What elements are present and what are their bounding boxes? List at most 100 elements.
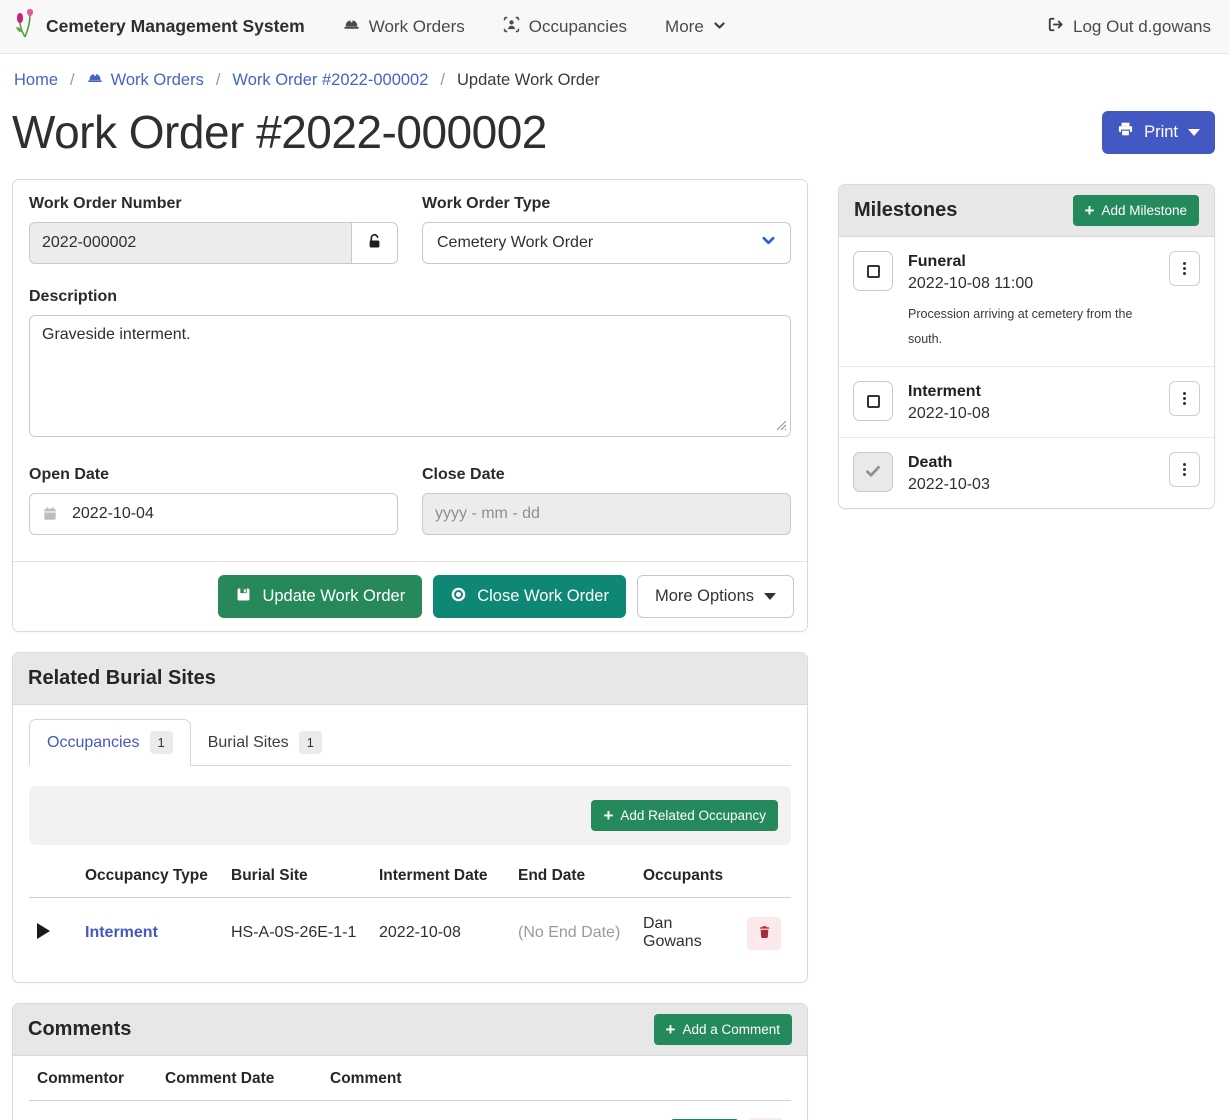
print-button[interactable]: Print bbox=[1102, 111, 1215, 154]
milestones-card: Milestones + Add Milestone Funeral 2022-… bbox=[838, 184, 1215, 509]
milestones-title: Milestones bbox=[854, 199, 957, 222]
comment-date-cell: 2022-10-07 10:08 bbox=[157, 1101, 322, 1120]
breadcrumb-home[interactable]: Home bbox=[14, 71, 58, 90]
milestone-name: Funeral bbox=[908, 253, 1154, 271]
nav-item-more[interactable]: More bbox=[665, 17, 726, 37]
caret-down-icon bbox=[764, 593, 776, 600]
occupants-cell: Dan Gowans bbox=[635, 898, 739, 969]
comment-row: d.gowans 2022-10-07 10:08 Family schedul… bbox=[29, 1101, 791, 1120]
app-brand: Cemetery Management System bbox=[14, 9, 305, 44]
tab-burial-sites[interactable]: Burial Sites 1 bbox=[191, 719, 339, 766]
plus-icon: + bbox=[666, 1021, 676, 1038]
app-title: Cemetery Management System bbox=[46, 16, 305, 37]
milestone-menu-button[interactable] bbox=[1169, 381, 1200, 416]
page-title: Work Order #2022-000002 bbox=[12, 105, 547, 159]
work-order-type-select[interactable]: Cemetery Work Order bbox=[422, 222, 791, 264]
add-comment-button[interactable]: + Add a Comment bbox=[654, 1014, 792, 1045]
top-navbar: Cemetery Management System Work Orders O… bbox=[0, 0, 1229, 54]
unlock-icon bbox=[366, 233, 383, 253]
col-burial-site: Burial Site bbox=[223, 855, 371, 898]
comment-cell: Family scheduled to be on site at 12:30. bbox=[322, 1101, 661, 1120]
close-work-order-button[interactable]: Close Work Order bbox=[433, 575, 626, 618]
hard-hat-icon bbox=[343, 16, 360, 38]
printer-icon bbox=[1117, 121, 1134, 143]
description-textarea[interactable]: Graveside interment. bbox=[29, 315, 791, 437]
col-occupancy-type: Occupancy Type bbox=[77, 855, 223, 898]
occupancies-count-badge: 1 bbox=[150, 731, 173, 754]
calendar-icon bbox=[42, 506, 58, 527]
related-burial-sites-title: Related Burial Sites bbox=[28, 667, 216, 690]
milestone-menu-button[interactable] bbox=[1169, 251, 1200, 286]
comments-table: Commentor Comment Date Comment d.gowans … bbox=[29, 1058, 791, 1120]
logout-button[interactable]: Log Out d.gowans bbox=[1047, 16, 1211, 38]
update-work-order-button[interactable]: Update Work Order bbox=[218, 575, 422, 618]
comments-card: Comments + Add a Comment Commentor Comme… bbox=[12, 1003, 808, 1120]
col-interment-date: Interment Date bbox=[371, 855, 510, 898]
related-burial-sites-card: Related Burial Sites Occupancies 1 Buria… bbox=[12, 652, 808, 983]
check-mark-icon bbox=[864, 462, 882, 483]
resize-grip-icon[interactable] bbox=[776, 418, 787, 436]
description-label: Description bbox=[29, 288, 791, 306]
milestone-checkbox[interactable] bbox=[853, 381, 893, 421]
kebab-dots-icon bbox=[1183, 267, 1186, 270]
col-comment-date: Comment Date bbox=[157, 1058, 322, 1101]
work-order-number-input[interactable] bbox=[29, 222, 351, 264]
plus-icon: + bbox=[1085, 202, 1095, 219]
empty-square-icon bbox=[867, 395, 880, 408]
delete-occupancy-button[interactable] bbox=[747, 917, 781, 950]
unlock-button[interactable] bbox=[351, 222, 398, 264]
col-occupants: Occupants bbox=[635, 855, 739, 898]
commentor-cell: d.gowans bbox=[29, 1101, 157, 1120]
plus-icon: + bbox=[603, 807, 613, 824]
tulip-logo-icon bbox=[14, 9, 36, 44]
milestone-checkbox-checked[interactable] bbox=[853, 452, 893, 492]
col-comment: Comment bbox=[322, 1058, 661, 1101]
open-date-input[interactable] bbox=[29, 493, 398, 535]
close-date-input[interactable] bbox=[422, 493, 791, 535]
trash-icon bbox=[757, 924, 772, 943]
record-circle-icon bbox=[450, 586, 467, 608]
breadcrumb-work-orders[interactable]: Work Orders bbox=[87, 70, 204, 91]
expand-row-icon[interactable] bbox=[37, 923, 50, 939]
end-date-cell: (No End Date) bbox=[510, 898, 635, 969]
occupancies-toolbar: + Add Related Occupancy bbox=[29, 786, 791, 845]
milestone-date: 2022-10-08 11:00 bbox=[908, 275, 1154, 293]
milestone-item-interment: Interment 2022-10-08 bbox=[839, 366, 1214, 437]
more-options-button[interactable]: More Options bbox=[637, 575, 794, 618]
breadcrumb-work-order-number[interactable]: Work Order #2022-000002 bbox=[232, 71, 428, 90]
logout-icon bbox=[1047, 16, 1064, 38]
close-date-label: Close Date bbox=[422, 466, 791, 484]
empty-square-icon bbox=[867, 265, 880, 278]
col-commentor: Commentor bbox=[29, 1058, 157, 1101]
milestone-menu-button[interactable] bbox=[1169, 452, 1200, 487]
tab-occupancies[interactable]: Occupancies 1 bbox=[29, 719, 191, 766]
chevron-down-icon bbox=[713, 17, 726, 37]
add-milestone-button[interactable]: + Add Milestone bbox=[1073, 195, 1200, 226]
burial-sites-count-badge: 1 bbox=[299, 731, 322, 754]
work-order-number-label: Work Order Number bbox=[29, 195, 398, 213]
comments-title: Comments bbox=[28, 1018, 131, 1041]
col-end-date: End Date bbox=[510, 855, 635, 898]
milestone-date: 2022-10-03 bbox=[908, 476, 1154, 494]
work-order-type-label: Work Order Type bbox=[422, 195, 791, 213]
milestone-item-funeral: Funeral 2022-10-08 11:00 Procession arri… bbox=[839, 237, 1214, 366]
milestone-date: 2022-10-08 bbox=[908, 405, 1154, 423]
burial-site-cell: HS-A-0S-26E-1-1 bbox=[223, 898, 371, 969]
occupancy-type-link[interactable]: Interment bbox=[85, 924, 158, 941]
breadcrumb-current: Update Work Order bbox=[457, 71, 600, 90]
occupancy-row: Interment HS-A-0S-26E-1-1 2022-10-08 (No… bbox=[29, 898, 791, 969]
milestone-note: Procession arriving at cemetery from the… bbox=[908, 302, 1138, 352]
nav-item-occupancies[interactable]: Occupancies bbox=[503, 16, 627, 38]
add-related-occupancy-button[interactable]: + Add Related Occupancy bbox=[591, 800, 778, 831]
open-date-label: Open Date bbox=[29, 466, 398, 484]
milestone-checkbox[interactable] bbox=[853, 251, 893, 291]
nav-item-work-orders[interactable]: Work Orders bbox=[343, 16, 465, 38]
interment-date-cell: 2022-10-08 bbox=[371, 898, 510, 969]
milestone-name: Interment bbox=[908, 383, 1154, 401]
caret-down-icon bbox=[1188, 129, 1200, 136]
person-bounding-box-icon bbox=[503, 16, 520, 38]
kebab-dots-icon bbox=[1183, 397, 1186, 400]
breadcrumb: Home / Work Orders / Work Order #2022-00… bbox=[0, 54, 1229, 91]
work-order-form-card: Work Order Number bbox=[12, 179, 808, 632]
kebab-dots-icon bbox=[1183, 468, 1186, 471]
